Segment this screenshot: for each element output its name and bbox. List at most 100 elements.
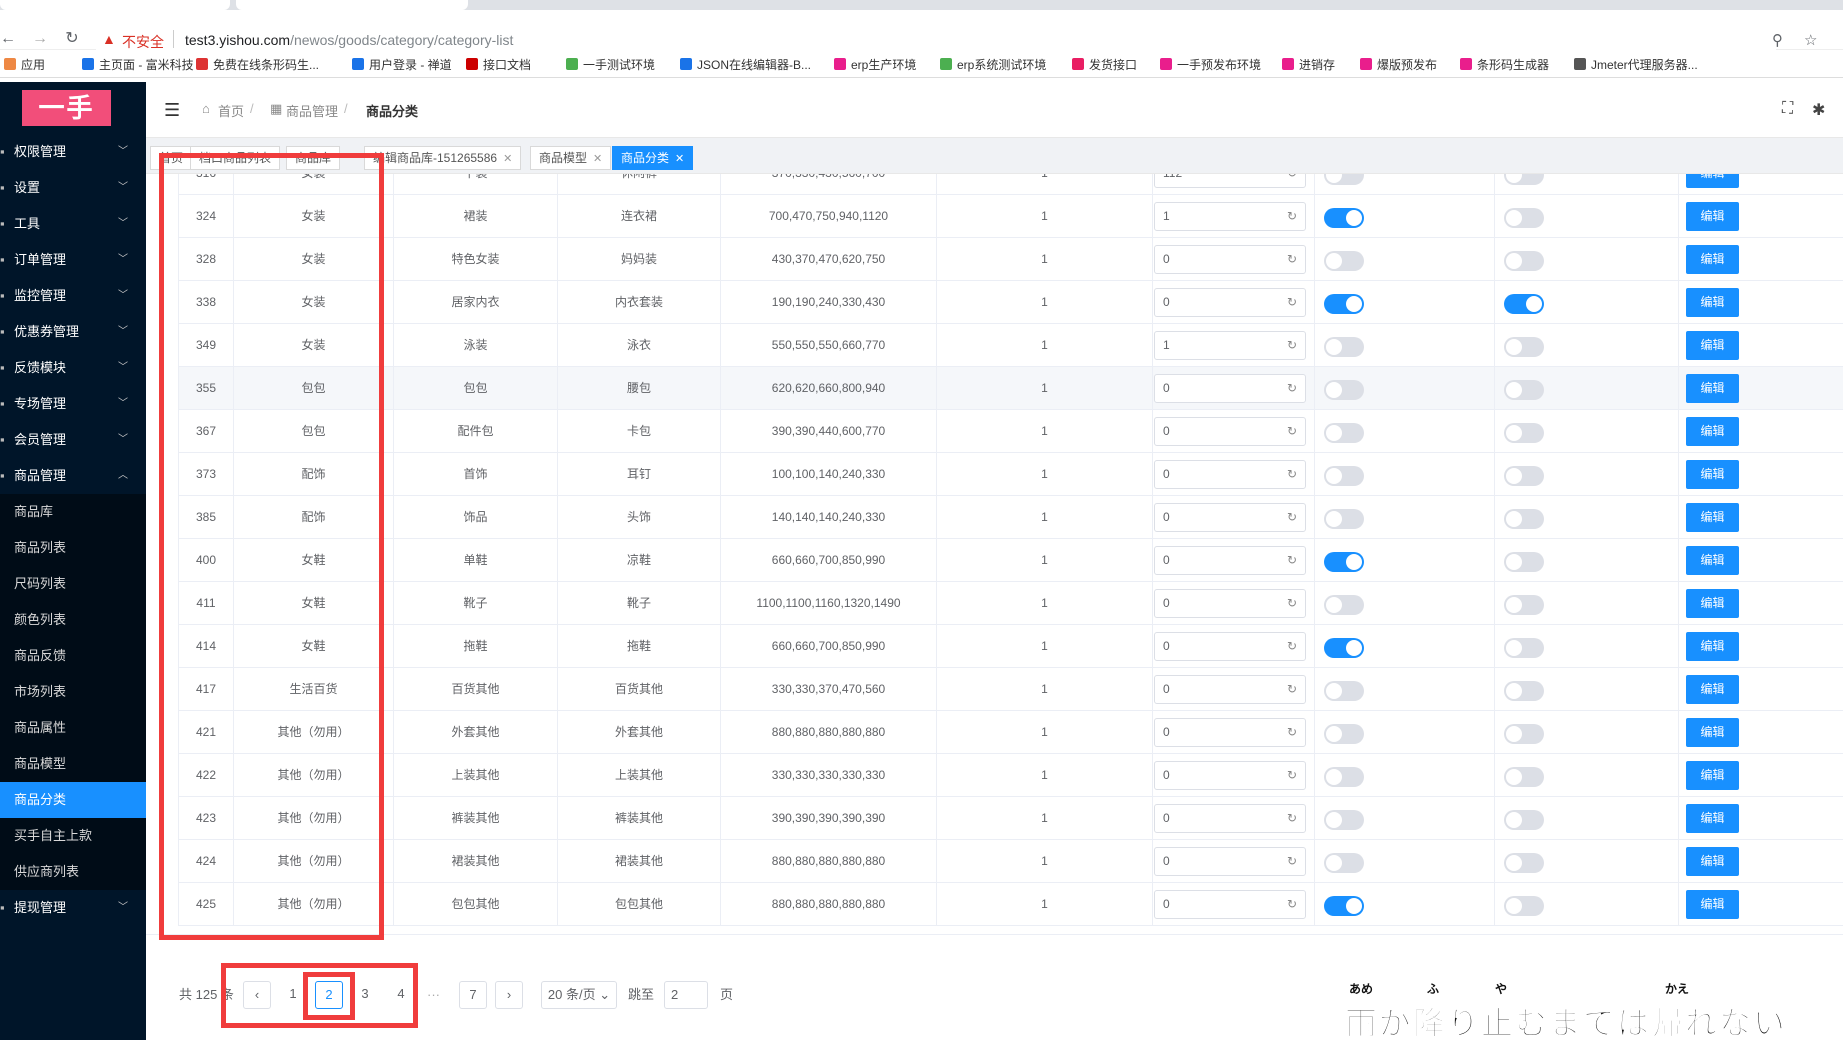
bookmark-item[interactable]: 进销存	[1282, 57, 1335, 73]
breadcrumb-home[interactable]: 首页	[218, 101, 244, 120]
pager-goto-input[interactable]: 2	[664, 981, 708, 1009]
sidebar-submenu-item[interactable]: 尺码列表	[0, 566, 146, 602]
refresh-icon[interactable]: ↻	[1287, 891, 1297, 918]
edit-button[interactable]: 编辑	[1686, 675, 1739, 704]
edit-button[interactable]: 编辑	[1686, 202, 1739, 231]
browser-tab[interactable]	[0, 0, 230, 10]
sort-input[interactable]: 0 ↻	[1154, 288, 1306, 317]
toggle-switch-1[interactable]	[1324, 174, 1364, 185]
forward-icon[interactable]: →	[32, 31, 48, 47]
toggle-switch-2[interactable]	[1504, 896, 1544, 916]
pager-page[interactable]: 3	[351, 981, 379, 1009]
sort-input[interactable]: 0 ↻	[1154, 589, 1306, 618]
pager-ellipsis[interactable]: ···	[427, 981, 440, 1009]
toggle-switch-1[interactable]	[1324, 337, 1364, 357]
sort-input[interactable]: 1 ↻	[1154, 202, 1306, 231]
toggle-switch-2[interactable]	[1504, 208, 1544, 228]
edit-button[interactable]: 编辑	[1686, 546, 1739, 575]
edit-button[interactable]: 编辑	[1686, 761, 1739, 790]
refresh-icon[interactable]: ↻	[1287, 762, 1297, 789]
toggle-switch-2[interactable]	[1504, 638, 1544, 658]
toggle-switch-2[interactable]	[1504, 595, 1544, 615]
sort-input[interactable]: 1 ↻	[1154, 331, 1306, 360]
sort-input[interactable]: 0 ↻	[1154, 675, 1306, 704]
toggle-switch-1[interactable]	[1324, 251, 1364, 271]
toggle-switch-2[interactable]	[1504, 251, 1544, 271]
tab-item[interactable]: 商品模型 ✕	[530, 146, 612, 170]
sort-input[interactable]: 0 ↻	[1154, 546, 1306, 575]
sidebar-menu-item[interactable]: ▪ 设置 ﹀	[0, 170, 146, 206]
refresh-icon[interactable]: ↻	[1287, 504, 1297, 531]
bookmark-item[interactable]: erp生产环境	[834, 57, 916, 73]
sort-input[interactable]: 0 ↻	[1154, 417, 1306, 446]
pager-prev-icon[interactable]: ‹	[243, 981, 271, 1009]
bookmark-item[interactable]: Jmeter代理服务器...	[1574, 57, 1698, 73]
bookmark-item[interactable]: 用户登录 - 禅道	[352, 57, 452, 73]
browser-tab-active[interactable]	[236, 0, 468, 10]
pager-next-icon[interactable]: ›	[495, 981, 523, 1009]
tab-item[interactable]: 编辑商品库-151265586 ✕	[364, 146, 522, 170]
refresh-icon[interactable]: ↻	[1287, 246, 1297, 273]
toggle-switch-1[interactable]	[1324, 509, 1364, 529]
sort-input[interactable]: 0 ↻	[1154, 503, 1306, 532]
pager-page-current[interactable]: 2	[315, 981, 343, 1009]
toggle-switch-2[interactable]	[1504, 767, 1544, 787]
close-icon[interactable]: ✕	[593, 153, 602, 165]
menu-toggle-icon[interactable]: ☰	[164, 100, 180, 121]
bookmark-item[interactable]: 主页面 - 富米科技	[82, 57, 194, 73]
tab-item[interactable]: 首页	[150, 146, 193, 170]
zoom-icon[interactable]: ⚲	[1772, 31, 1783, 49]
edit-button[interactable]: 编辑	[1686, 288, 1739, 317]
sidebar-menu-item[interactable]: ▪ 反馈模块 ﹀	[0, 350, 146, 386]
edit-button[interactable]: 编辑	[1686, 417, 1739, 446]
sidebar-submenu-item[interactable]: 商品属性	[0, 710, 146, 746]
sidebar-menu-item[interactable]: ▪ 会员管理 ﹀	[0, 422, 146, 458]
refresh-icon[interactable]: ↻	[1287, 719, 1297, 746]
sidebar-submenu-item[interactable]: 商品模型	[0, 746, 146, 782]
bookmark-item[interactable]: 一手测试环境	[566, 57, 655, 73]
url-text[interactable]: test3.yishou.com/newos/goods/category/ca…	[185, 32, 513, 48]
pager-page[interactable]: 4	[387, 981, 415, 1009]
sort-input[interactable]: 0 ↻	[1154, 374, 1306, 403]
reload-icon[interactable]: ↻	[64, 31, 80, 47]
toggle-switch-1[interactable]	[1324, 853, 1364, 873]
toggle-switch-2[interactable]	[1504, 423, 1544, 443]
refresh-icon[interactable]: ↻	[1287, 590, 1297, 617]
sidebar-submenu-item[interactable]: 商品反馈	[0, 638, 146, 674]
tab-item[interactable]: 档口商品列表	[190, 146, 281, 170]
toggle-switch-1[interactable]	[1324, 208, 1364, 228]
sidebar-submenu-item[interactable]: 买手自主上款	[0, 818, 146, 854]
sort-input[interactable]: 0 ↻	[1154, 847, 1306, 876]
pager-size-select[interactable]: 20 条/页 ⌄	[541, 981, 617, 1009]
sidebar-submenu-item[interactable]: 颜色列表	[0, 602, 146, 638]
tab-active[interactable]: 商品分类 ✕	[612, 146, 694, 170]
toggle-switch-2[interactable]	[1504, 294, 1544, 314]
toggle-switch-1[interactable]	[1324, 423, 1364, 443]
refresh-icon[interactable]: ↻	[1287, 174, 1297, 187]
bookmark-item[interactable]: 免费在线条形码生...	[196, 57, 319, 73]
toggle-switch-2[interactable]	[1504, 552, 1544, 572]
sidebar-menu-withdraw[interactable]: ▪ 提现管理 ﹀	[0, 890, 146, 926]
bookmark-item[interactable]: erp系统测试环境	[940, 57, 1046, 73]
toggle-switch-1[interactable]	[1324, 552, 1364, 572]
sidebar-submenu-item[interactable]: 供应商列表	[0, 854, 146, 890]
toggle-switch-1[interactable]	[1324, 380, 1364, 400]
toggle-switch-2[interactable]	[1504, 337, 1544, 357]
sidebar-menu-item[interactable]: ▪ 工具 ﹀	[0, 206, 146, 242]
toggle-switch-2[interactable]	[1504, 724, 1544, 744]
bookmark-item[interactable]: 条形码生成器	[1460, 57, 1549, 73]
bookmark-item[interactable]: 接口文档	[466, 57, 531, 73]
refresh-icon[interactable]: ↻	[1287, 203, 1297, 230]
edit-button[interactable]: 编辑	[1686, 374, 1739, 403]
refresh-icon[interactable]: ↻	[1287, 332, 1297, 359]
sidebar-menu-item[interactable]: ▪ 订单管理 ﹀	[0, 242, 146, 278]
sidebar-submenu-item[interactable]: 市场列表	[0, 674, 146, 710]
bookmark-item[interactable]: 应用	[4, 57, 45, 73]
edit-button[interactable]: 编辑	[1686, 804, 1739, 833]
edit-button[interactable]: 编辑	[1686, 245, 1739, 274]
sidebar-submenu-item[interactable]: 商品库	[0, 494, 146, 530]
sidebar-menu-item[interactable]: ▪ 监控管理 ﹀	[0, 278, 146, 314]
bookmark-item[interactable]: JSON在线编辑器-B...	[680, 57, 811, 73]
edit-button[interactable]: 编辑	[1686, 890, 1739, 919]
sort-input[interactable]: 0 ↻	[1154, 460, 1306, 489]
